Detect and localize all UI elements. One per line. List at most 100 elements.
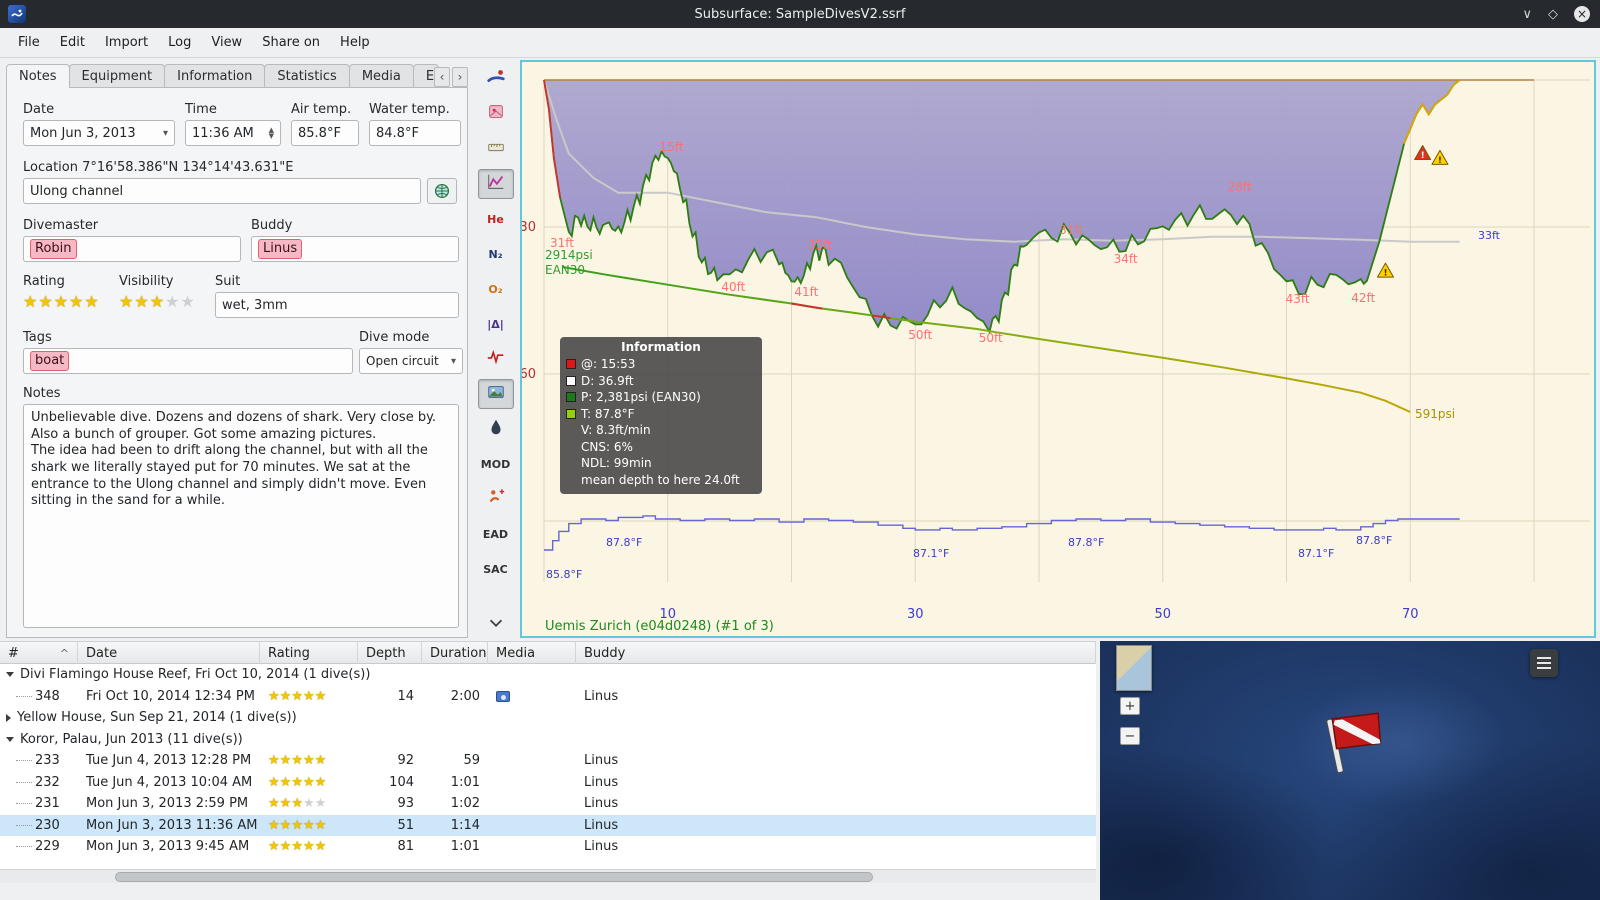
depth-annotation: 35ft	[808, 238, 832, 252]
dive-mode-combobox[interactable]: Open circuit ▾	[359, 348, 463, 374]
air-temp-field[interactable]: 85.8°F	[291, 120, 359, 146]
expand-arrow-icon[interactable]	[6, 713, 11, 722]
location-field[interactable]: Ulong channel	[23, 178, 421, 204]
tab-statistics[interactable]: Statistics	[264, 64, 350, 88]
dive-site-map[interactable]: + −	[1100, 641, 1600, 900]
date-combobox[interactable]: Mon Jun 3, 2013 ▾	[23, 120, 175, 146]
tag-chip[interactable]: boat	[30, 351, 70, 371]
profile-toolbar-button-n2-graph[interactable]: N₂	[478, 239, 514, 269]
column-header-rating[interactable]: Rating	[260, 642, 358, 664]
dive-row[interactable]: 348 Fri Oct 10, 2014 12:34 PM ★ ★ ★ ★ ★ 14 2:00 L…	[0, 686, 1096, 708]
tab-scroll-left-icon[interactable]: ‹	[434, 67, 450, 87]
minimize-button[interactable]: ∨	[1522, 8, 1532, 21]
tab-equipment[interactable]: Equipment	[68, 64, 166, 88]
column-header-buddy[interactable]: Buddy	[576, 642, 1096, 664]
dive-depth: 92	[397, 753, 414, 769]
profile-toolbar: He N₂ O₂ |Δ| MOD EAD SAC	[472, 64, 519, 640]
menu-item-log[interactable]: Log	[158, 30, 201, 55]
collapse-arrow-icon[interactable]	[6, 672, 14, 678]
dive-row[interactable]: 233 Tue Jun 4, 2013 12:28 PM ★ ★ ★ ★ ★ 92 59 Linu…	[0, 750, 1096, 772]
profile-toolbar-button-ead[interactable]: EAD	[478, 519, 514, 549]
dive-trip-row[interactable]: Koror, Palau, Jun 2013 (11 dive(s))	[0, 729, 1096, 751]
maximize-button[interactable]: ◇	[1548, 8, 1558, 21]
column-header-num[interactable]: # ^	[0, 642, 78, 664]
dive-media-cell	[488, 836, 576, 858]
horizontal-scrollbar[interactable]	[0, 869, 1096, 883]
profile-toolbar-button-dive-sites[interactable]	[478, 99, 514, 129]
column-header-label: Media	[496, 645, 536, 661]
dive-row[interactable]: 229 Mon Jun 3, 2013 9:45 AM ★ ★ ★ ★ ★ 81 1:01 Lin…	[0, 836, 1096, 858]
info-box-text: T: 87.8°F	[581, 406, 635, 421]
column-header-duration[interactable]: Duration	[422, 642, 488, 664]
map-zoom-in-button[interactable]: +	[1120, 697, 1140, 715]
profile-toolbar-button-ruler[interactable]	[478, 134, 514, 164]
tab-scroll-right-icon[interactable]: ›	[452, 67, 468, 87]
suit-field[interactable]: wet, 3mm	[215, 292, 459, 318]
dive-trip-row[interactable]: Yellow House, Sun Sep 21, 2014 (1 dive(s…	[0, 707, 1096, 729]
depth-annotation: 50ft	[979, 331, 1003, 345]
profile-toolbar-button-he-graph[interactable]: He	[478, 204, 514, 234]
dive-buddy-cell: Linus	[576, 836, 1096, 858]
star-icon: ★	[291, 839, 303, 855]
rating-stars[interactable]: ★★★★★	[23, 292, 119, 311]
column-header-label: Buddy	[584, 645, 626, 661]
tree-branch	[16, 824, 32, 826]
mean-depth-end-label: 33ft	[1478, 229, 1501, 242]
column-header-depth[interactable]: Depth	[358, 642, 422, 664]
menu-item-help[interactable]: Help	[330, 30, 380, 55]
tab-information[interactable]: Information	[164, 64, 266, 88]
dive-row[interactable]: 230 Mon Jun 3, 2013 11:36 AM ★ ★ ★ ★ ★ 51 1:14 Li…	[0, 814, 1096, 836]
info-box-row: CNS: 6%	[566, 439, 756, 456]
star-icon: ★	[53, 292, 70, 311]
menu-item-file[interactable]: File	[8, 30, 50, 55]
profile-toolbar-button-o2-graph[interactable]: O₂	[478, 274, 514, 304]
tags-field[interactable]: boat	[23, 348, 353, 374]
profile-toolbar-button-mod[interactable]: MOD	[478, 449, 514, 479]
profile-toolbar-button-sac[interactable]: SAC	[478, 554, 514, 584]
map-overview-inset[interactable]	[1116, 645, 1152, 691]
close-button[interactable]: ×	[1574, 6, 1590, 22]
tab-media[interactable]: Media	[348, 64, 414, 88]
menu-item-view[interactable]: View	[201, 30, 252, 55]
notes-textarea[interactable]: Unbelievable dive. Dozens and dozens of …	[23, 404, 459, 628]
scrollbar-handle[interactable]	[115, 872, 873, 882]
menu-item-share-on[interactable]: Share on	[252, 30, 330, 55]
dive-trip-row[interactable]: Divi Flamingo House Reef, Fri Oct 10, 20…	[0, 664, 1096, 686]
dive-row[interactable]: 232 Tue Jun 4, 2013 10:04 AM ★ ★ ★ ★ ★ 104 1:01 L…	[0, 772, 1096, 794]
profile-toolbar-button-heartrate[interactable]	[478, 344, 514, 374]
tab-notes[interactable]: Notes	[6, 64, 70, 88]
map-zoom-out-button[interactable]: −	[1120, 727, 1140, 745]
ruler-icon	[486, 137, 506, 161]
menu-item-edit[interactable]: Edit	[50, 30, 95, 55]
profile-toolbar-button-scale-graph[interactable]	[477, 169, 514, 199]
buddy-field[interactable]: Linus	[251, 236, 459, 262]
visibility-stars[interactable]: ★★★★★	[119, 292, 215, 311]
star-icon: ★	[291, 688, 303, 704]
profile-toolbar-button-tissues[interactable]: |Δ|	[478, 309, 514, 339]
time-spinbox[interactable]: 11:36 AM ▲ ▼	[185, 120, 281, 146]
divemaster-field[interactable]: Robin	[23, 236, 241, 262]
menu-item-import[interactable]: Import	[95, 30, 158, 55]
collapse-arrow-icon[interactable]	[6, 736, 14, 742]
water-temp-field[interactable]: 84.8°F	[369, 120, 461, 146]
profile-toolbar-button-photos[interactable]	[477, 379, 514, 409]
dive-flag-marker[interactable]	[1318, 703, 1408, 783]
column-header-media[interactable]: Media	[488, 642, 576, 664]
media-icon[interactable]	[496, 690, 510, 702]
map-menu-button[interactable]	[1530, 649, 1558, 677]
dive-row[interactable]: 231 Mon Jun 3, 2013 2:59 PM ★ ★ ★ ★ ★ 93 1:02 Lin…	[0, 793, 1096, 815]
buddy-chip[interactable]: Linus	[258, 239, 303, 259]
profile-toolbar-button-gas-drop[interactable]	[478, 414, 514, 444]
profile-toolbar-button-scroll-down[interactable]	[478, 610, 514, 640]
info-box-text: NDL: 99min	[581, 456, 652, 470]
spinner-arrows-icon[interactable]: ▲ ▼	[269, 127, 274, 140]
dive-profile-panel[interactable]: 10 30 50 70 30 60 31ft 15ft 40ft 41ft 35ft 50ft 50ft…	[520, 60, 1596, 638]
column-header-date[interactable]: Date	[78, 642, 260, 664]
tree-branch	[16, 803, 32, 805]
tree-branch	[16, 846, 32, 848]
profile-toolbar-button-sac-person[interactable]	[478, 484, 514, 514]
globe-icon[interactable]	[427, 178, 457, 204]
divemaster-chip[interactable]: Robin	[30, 239, 77, 259]
profile-toolbar-button-diver[interactable]	[478, 64, 514, 94]
star-icon: ★	[302, 753, 315, 769]
